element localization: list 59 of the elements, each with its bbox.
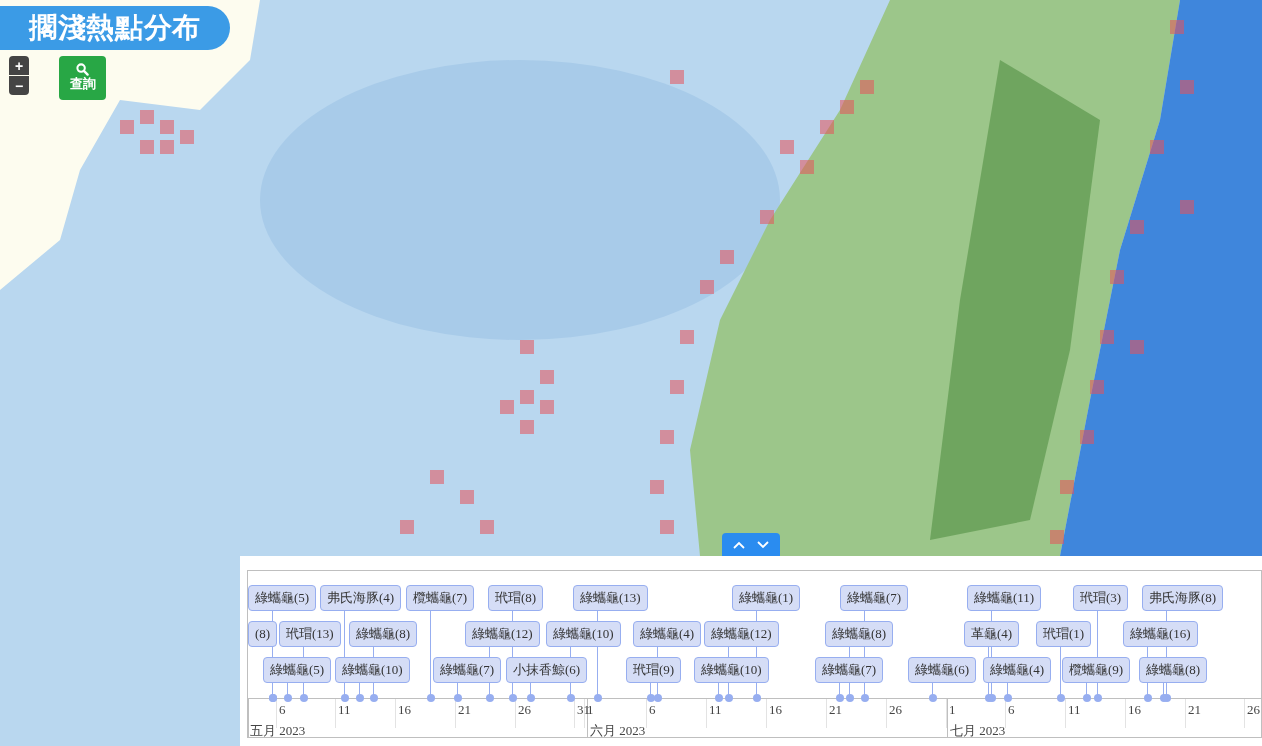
timeline-event[interactable]: 綠蠵龜(12) [465, 621, 540, 647]
timeline-event[interactable]: 弗氏海豚(8) [1142, 585, 1224, 611]
timeline-event[interactable]: 綠蠵龜(11) [967, 585, 1042, 611]
timeline-event[interactable]: (8) [248, 621, 278, 647]
axis-tick-label: 26 [518, 701, 531, 719]
axis-tick-label: 16 [769, 701, 782, 719]
axis-tick-label: 16 [398, 701, 411, 719]
axis-tick-label: 21 [829, 701, 842, 719]
month-label: 六月 2023 [590, 722, 646, 737]
axis-tick-label: 6 [649, 701, 656, 719]
timeline-event[interactable]: 綠蠵龜(5) [248, 585, 317, 611]
month-label: 五月 2023 [250, 722, 306, 737]
timeline-event[interactable]: 綠蠵龜(6) [908, 657, 977, 683]
search-icon [76, 63, 89, 77]
axis-tick-label: 1 [587, 701, 594, 719]
axis-tick-label: 1 [949, 701, 956, 719]
timeline-event[interactable]: 綠蠵龜(7) [840, 585, 909, 611]
timeline-event[interactable]: 玳瑁(13) [279, 621, 341, 647]
zoom-in-button[interactable]: + [9, 56, 29, 75]
axis-tick-label: 21 [1188, 701, 1201, 719]
timeline-event[interactable]: 欖蠵龜(9) [1062, 657, 1131, 683]
timeline-event[interactable]: 綠蠵龜(5) [263, 657, 332, 683]
axis-tick-label: 21 [458, 701, 471, 719]
timeline-event[interactable]: 綠蠵龜(10) [546, 621, 621, 647]
page-title: 擱淺熱點分布 [28, 11, 202, 45]
axis-tick-label: 31 [577, 701, 590, 719]
timeline-event[interactable]: 綠蠵龜(13) [573, 585, 648, 611]
timeline-event[interactable]: 綠蠵龜(10) [335, 657, 410, 683]
timeline-event[interactable]: 弗氏海豚(4) [320, 585, 402, 611]
timeline-event[interactable]: 玳瑁(1) [1036, 621, 1092, 647]
timeline-event[interactable]: 綠蠵龜(4) [633, 621, 702, 647]
axis-tick-label: 11 [1068, 701, 1081, 719]
timeline-event[interactable]: 革龜(4) [964, 621, 1020, 647]
axis-tick-label: 6 [1008, 701, 1015, 719]
axis-tick-label: 11 [338, 701, 351, 719]
timeline-event[interactable]: 綠蠵龜(1) [732, 585, 801, 611]
axis-tick-label: 16 [1128, 701, 1141, 719]
chevron-down-icon [757, 540, 769, 549]
zoom-out-button[interactable]: − [9, 76, 29, 95]
timeline-event[interactable]: 綠蠵龜(7) [433, 657, 502, 683]
timeline-event[interactable]: 玳瑁(9) [626, 657, 682, 683]
timeline-event[interactable]: 欖蠵龜(7) [406, 585, 475, 611]
timeline-event[interactable]: 綠蠵龜(4) [983, 657, 1052, 683]
timeline-event[interactable]: 綠蠵龜(10) [694, 657, 769, 683]
timeline-event[interactable]: 綠蠵龜(8) [1139, 657, 1208, 683]
timeline-event[interactable]: 綠蠵龜(16) [1123, 621, 1198, 647]
timeline-event[interactable]: 玳瑁(8) [488, 585, 544, 611]
timeline-event[interactable]: 綠蠵龜(7) [815, 657, 884, 683]
timeline-event[interactable]: 綠蠵龜(8) [349, 621, 418, 647]
axis-tick-label: 26 [1247, 701, 1260, 719]
axis-tick-label: 26 [889, 701, 902, 719]
axis-tick-label: 6 [279, 701, 286, 719]
chevron-up-icon [733, 540, 745, 549]
timeline-event[interactable]: 綠蠵龜(12) [704, 621, 779, 647]
month-label: 七月 2023 [950, 722, 1006, 737]
timeline-event[interactable]: 玳瑁(3) [1073, 585, 1129, 611]
axis-tick-label: 11 [709, 701, 722, 719]
timeline-event[interactable]: 小抹香鯨(6) [506, 657, 588, 683]
timeline-event[interactable]: 綠蠵龜(8) [825, 621, 894, 647]
